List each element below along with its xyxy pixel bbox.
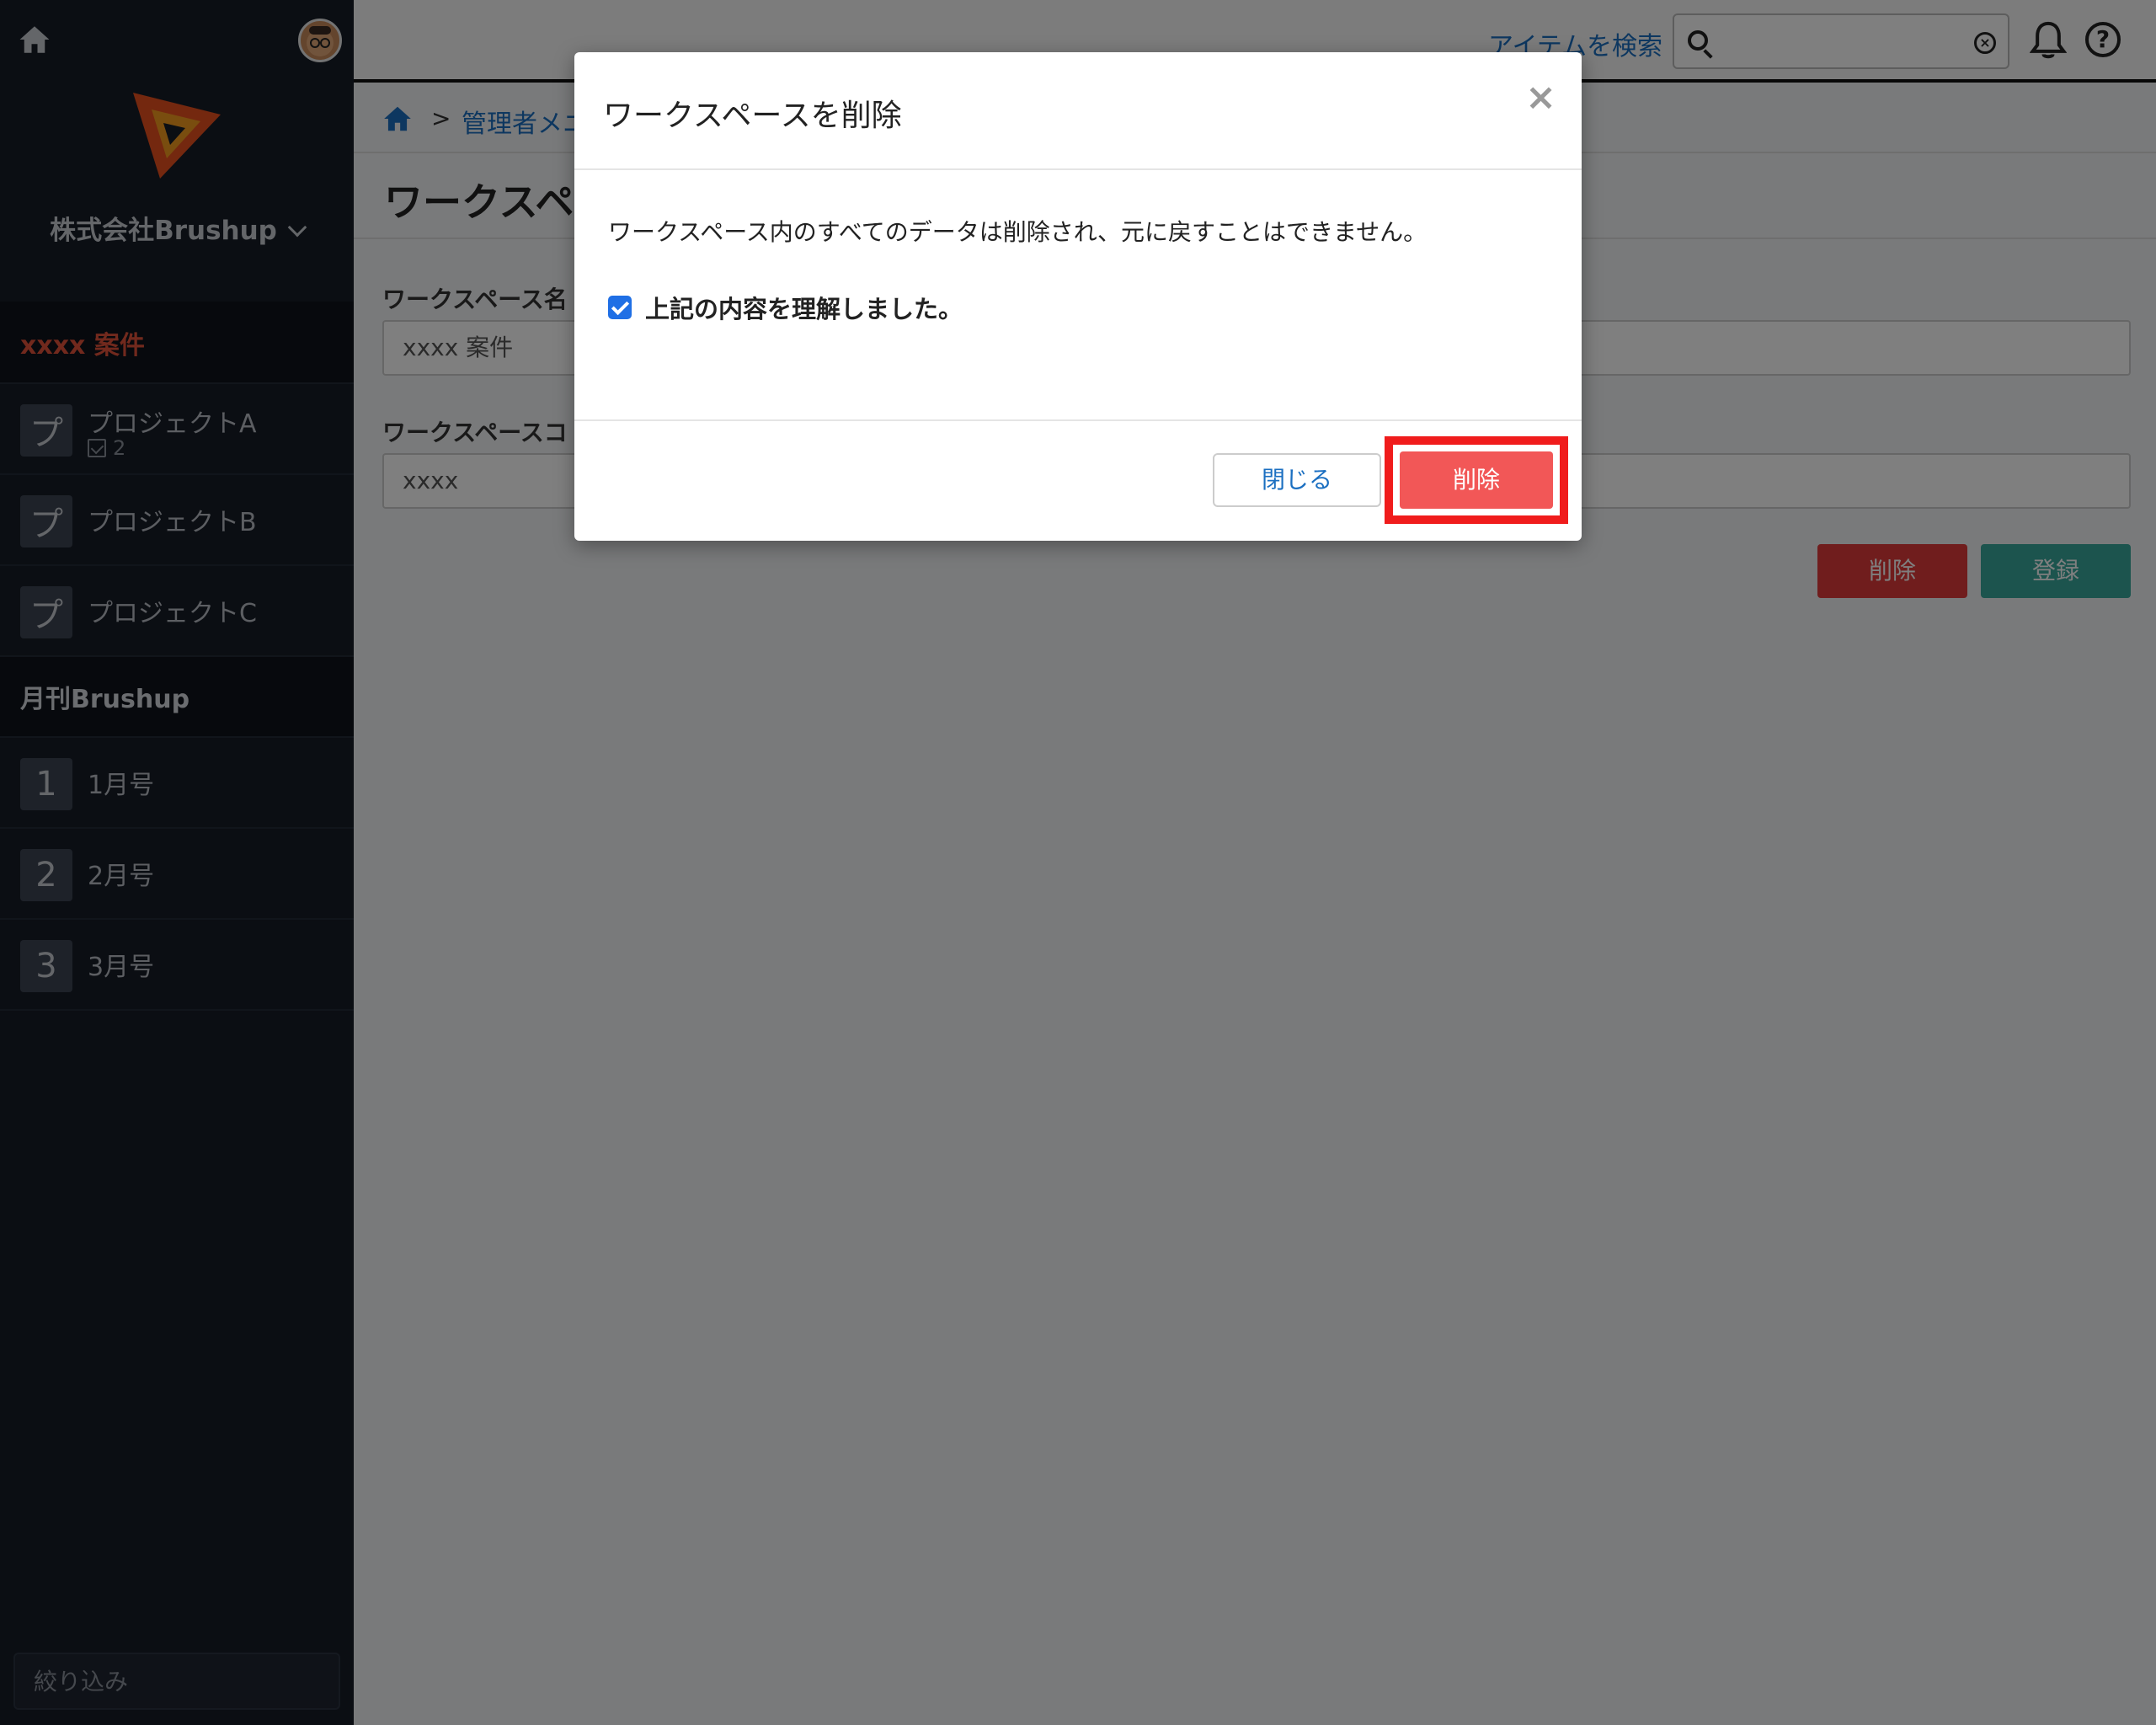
confirm-checkbox-label[interactable]: 上記の内容を理解しました。 bbox=[645, 290, 963, 325]
delete-workspace-dialog: ワークスペースを削除 × ワークスペース内のすべてのデータは削除され、元に戻すこ… bbox=[574, 52, 1582, 541]
close-button[interactable]: 閉じる bbox=[1213, 453, 1381, 507]
dialog-footer-divider bbox=[574, 419, 1582, 421]
close-icon[interactable]: × bbox=[1525, 76, 1556, 119]
dialog-header: ワークスペースを削除 × bbox=[574, 52, 1582, 170]
confirm-checkbox-row[interactable]: 上記の内容を理解しました。 bbox=[608, 290, 963, 325]
confirm-checkbox[interactable] bbox=[608, 296, 632, 319]
dialog-title: ワークスペースを削除 bbox=[603, 99, 902, 133]
delete-button[interactable]: 削除 bbox=[1400, 451, 1553, 509]
dialog-message: ワークスペース内のすべてのデータは削除され、元に戻すことはできません。 bbox=[608, 218, 1428, 246]
